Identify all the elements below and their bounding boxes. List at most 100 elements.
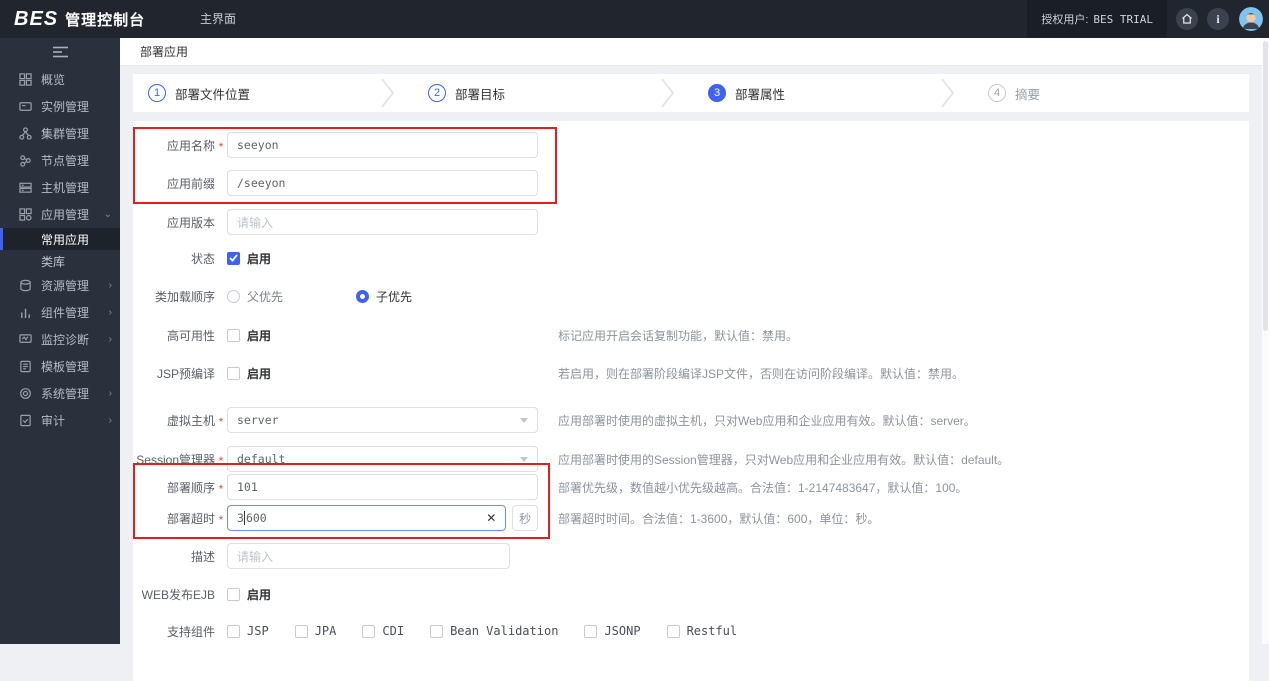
host-icon bbox=[18, 181, 32, 195]
description-input[interactable]: 请输入 bbox=[227, 543, 510, 569]
step-arrow-icon bbox=[908, 78, 988, 108]
home-icon bbox=[1181, 13, 1193, 25]
field-hint: 部署超时时间。合法值：1-3600，默认值：600，单位：秒。 bbox=[558, 511, 880, 526]
field-hint: 应用部署时使用的虚拟主机，只对Web应用和企业应用有效。默认值：server。 bbox=[558, 413, 976, 428]
logo-console-text: 管理控制台 bbox=[65, 11, 146, 29]
chevron-right-icon: › bbox=[108, 334, 112, 345]
jsp-precompile-checkbox[interactable] bbox=[227, 366, 240, 380]
wizard-steps: 1 部署文件位置 2 部署目标 3 部署属性 4 摘要 bbox=[133, 74, 1249, 112]
sidebar-item-applications[interactable]: 应用管理 ⌄ bbox=[0, 201, 120, 228]
step-summary[interactable]: 4 摘要 bbox=[988, 84, 1188, 103]
licensed-user-value: BES TRIAL bbox=[1093, 12, 1153, 26]
deploy-order-input[interactable]: 101 bbox=[227, 474, 538, 500]
child-first-radio[interactable] bbox=[356, 289, 370, 303]
info-button[interactable]: i bbox=[1207, 8, 1229, 30]
field-hint: 部署优先级，数值越小优先级越高。合法值：1-2147483647，默认值：100… bbox=[558, 480, 968, 495]
form-row-high-availability: 高可用性 启用 标记应用开启会话复制功能，默认值：禁用。 bbox=[166, 328, 799, 343]
sidebar-item-monitoring[interactable]: 监控诊断 › bbox=[0, 326, 120, 353]
chevron-right-icon: › bbox=[108, 415, 112, 426]
deploy-timeout-input[interactable]: 3 600 ✕ bbox=[227, 505, 507, 531]
component-restful-checkbox[interactable] bbox=[666, 624, 680, 638]
step-arrow-icon bbox=[348, 78, 428, 108]
step-number: 3 bbox=[708, 84, 726, 102]
app-name-input[interactable]: seeyon bbox=[227, 132, 538, 158]
gear-icon bbox=[18, 387, 32, 401]
sidebar-item-components[interactable]: 组件管理 › bbox=[0, 299, 120, 326]
form-row-app-prefix: 应用前缀 /seeyon bbox=[133, 170, 1249, 196]
tab-main-interface[interactable]: 主界面 bbox=[190, 0, 246, 38]
parent-first-radio[interactable] bbox=[227, 289, 240, 303]
sidebar-item-resources[interactable]: 资源管理 › bbox=[0, 272, 120, 299]
template-icon bbox=[18, 360, 32, 374]
component-bean-validation-checkbox[interactable] bbox=[430, 624, 444, 638]
field-hint: 标记应用开启会话复制功能，默认值：禁用。 bbox=[558, 328, 799, 343]
app-logo: BES 管理控制台 bbox=[0, 8, 168, 31]
sidebar-item-hosts[interactable]: 主机管理 bbox=[0, 174, 120, 201]
sidebar-item-audit[interactable]: 审计 › bbox=[0, 407, 120, 434]
sidebar-item-libraries[interactable]: 类库 bbox=[0, 250, 120, 272]
component-jsp-checkbox[interactable] bbox=[227, 624, 240, 638]
sidebar-item-nodes[interactable]: 节点管理 bbox=[0, 147, 120, 174]
form-row-app-version: 应用版本 请输入 bbox=[133, 209, 1249, 235]
step-number: 1 bbox=[148, 84, 166, 102]
grid-icon bbox=[18, 73, 32, 87]
sidebar-collapse-button[interactable] bbox=[0, 38, 120, 66]
home-button[interactable] bbox=[1176, 8, 1198, 30]
step-deploy-properties[interactable]: 3 部署属性 bbox=[708, 84, 908, 103]
app-prefix-input[interactable]: /seeyon bbox=[227, 170, 538, 196]
form-row-jsp-precompile: JSP预编译 启用 若启用，则在部署阶段编译JSP文件，否则在访问阶段编译。默认… bbox=[156, 366, 965, 381]
sidebar-item-overview[interactable]: 概览 bbox=[0, 66, 120, 93]
component-cdi-checkbox[interactable] bbox=[362, 624, 376, 638]
avatar-icon bbox=[1239, 7, 1263, 31]
audit-icon bbox=[18, 414, 32, 428]
session-manager-select[interactable]: default bbox=[227, 446, 538, 472]
main-content: 部署应用 1 部署文件位置 2 部署目标 3 部署属性 4 摘要 应用名称 * … bbox=[120, 38, 1262, 681]
form-row-description: 描述 请输入 bbox=[133, 543, 1249, 569]
chevron-down-icon bbox=[520, 457, 528, 462]
web-publish-ejb-checkbox[interactable] bbox=[227, 587, 240, 601]
form-row-supported-components: 支持组件 JSP JPA CDI Bean Validation JSONP R… bbox=[166, 624, 738, 639]
chevron-down-icon bbox=[520, 418, 528, 423]
high-availability-checkbox[interactable] bbox=[227, 328, 240, 342]
virtual-host-select[interactable]: server bbox=[227, 407, 538, 433]
clear-input-icon[interactable]: ✕ bbox=[486, 511, 496, 525]
chevron-right-icon: › bbox=[108, 388, 112, 399]
form-row-web-publish-ejb: WEB发布EJB 启用 bbox=[141, 587, 272, 602]
sidebar-item-system[interactable]: 系统管理 › bbox=[0, 380, 120, 407]
step-number: 2 bbox=[428, 84, 446, 102]
step-deploy-file-location[interactable]: 1 部署文件位置 bbox=[148, 84, 348, 103]
field-hint: 应用部署时使用的Session管理器，只对Web应用和企业应用有效。默认值：de… bbox=[558, 452, 1010, 467]
sidebar: 概览 实例管理 集群管理 节点管理 主机管理 应用管理 ⌄ 常用应用 类库 资源… bbox=[0, 38, 120, 644]
sidebar-item-instances[interactable]: 实例管理 bbox=[0, 93, 120, 120]
component-jpa-checkbox[interactable] bbox=[294, 624, 308, 638]
app-version-input[interactable]: 请输入 bbox=[227, 209, 538, 235]
form-row-virtual-host: 虚拟主机 * server 应用部署时使用的虚拟主机，只对Web应用和企业应用有… bbox=[133, 407, 1249, 433]
scrollbar-thumb[interactable] bbox=[1263, 41, 1268, 331]
sidebar-item-templates[interactable]: 模板管理 bbox=[0, 353, 120, 380]
component-jsonp-checkbox[interactable] bbox=[584, 624, 598, 638]
licensed-user: 授权用户: BES TRIAL bbox=[1027, 0, 1167, 38]
licensed-user-label: 授权用户: bbox=[1041, 14, 1089, 26]
chevron-right-icon: › bbox=[108, 280, 112, 291]
application-icon bbox=[18, 208, 32, 222]
component-icon bbox=[18, 306, 32, 320]
required-asterisk: * bbox=[218, 139, 224, 154]
form-row-session-manager: Session管理器 * default 应用部署时使用的Session管理器，… bbox=[133, 446, 1249, 472]
logo-bes-text: BES bbox=[14, 7, 59, 30]
user-avatar[interactable] bbox=[1239, 7, 1263, 31]
field-hint: 若启用，则在部署阶段编译JSP文件，否则在访问阶段编译。默认值：禁用。 bbox=[558, 366, 965, 381]
info-icon: i bbox=[1216, 11, 1220, 26]
required-asterisk: * bbox=[218, 414, 224, 429]
top-header: BES 管理控制台 主界面 授权用户: BES TRIAL i bbox=[0, 0, 1269, 38]
monitor-icon bbox=[18, 333, 32, 347]
form-row-status: 状态 启用 bbox=[190, 251, 272, 266]
status-enabled-checkbox[interactable] bbox=[227, 251, 240, 265]
sidebar-item-clusters[interactable]: 集群管理 bbox=[0, 120, 120, 147]
step-deploy-target[interactable]: 2 部署目标 bbox=[428, 84, 628, 103]
form-row-app-name: 应用名称 * seeyon bbox=[133, 132, 1249, 158]
scrollbar[interactable] bbox=[1262, 38, 1269, 644]
collapse-menu-icon bbox=[52, 46, 68, 58]
step-number: 4 bbox=[988, 84, 1006, 102]
sidebar-item-common-apps[interactable]: 常用应用 bbox=[0, 228, 120, 250]
required-asterisk: * bbox=[218, 453, 224, 468]
